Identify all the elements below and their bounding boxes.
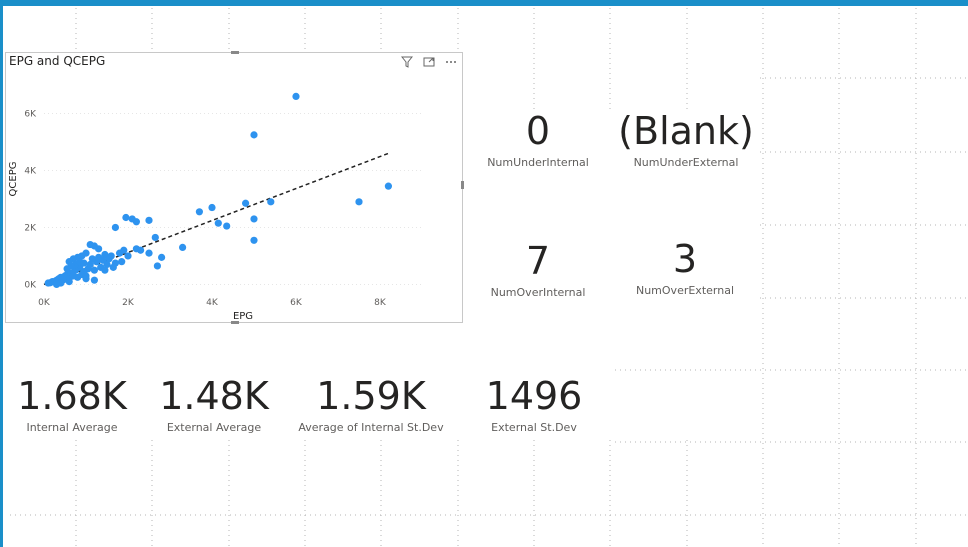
- data-point[interactable]: [90, 276, 98, 284]
- data-point[interactable]: [195, 208, 203, 216]
- card-value: 1496: [485, 374, 583, 418]
- x-tick-label: 4K: [206, 298, 219, 308]
- card-num-over-internal[interactable]: 7 NumOverInternal: [478, 242, 598, 299]
- data-point[interactable]: [145, 216, 153, 224]
- data-point[interactable]: [137, 246, 145, 254]
- card-num-over-external[interactable]: 3 NumOverExternal: [625, 240, 745, 297]
- y-tick-label: 6K: [24, 109, 37, 119]
- y-tick-label: 0K: [24, 280, 37, 290]
- data-point[interactable]: [109, 263, 117, 271]
- data-point[interactable]: [63, 265, 71, 273]
- data-point[interactable]: [44, 279, 52, 287]
- x-tick-label: 8K: [374, 298, 387, 308]
- data-point[interactable]: [145, 249, 153, 257]
- x-tick-label: 6K: [290, 298, 303, 308]
- scatter-chart-visual[interactable]: EPG and QCEPG 0K 2K 4K 6K 8K 0K 2K 4K 6K EPG QC…: [5, 51, 464, 324]
- x-tick-label: 0K: [38, 298, 51, 308]
- y-axis-label: QCEPG: [8, 162, 19, 197]
- data-point[interactable]: [116, 249, 124, 257]
- card-value: 0: [525, 109, 551, 153]
- data-point[interactable]: [292, 92, 300, 100]
- data-point[interactable]: [111, 223, 119, 232]
- card-external-stdev[interactable]: 1496 External St.Dev: [474, 377, 594, 434]
- y-tick-label: 4K: [24, 166, 37, 176]
- card-label: NumUnderInternal: [487, 156, 589, 169]
- data-point[interactable]: [208, 203, 216, 212]
- data-point[interactable]: [151, 233, 159, 242]
- card-label: NumOverExternal: [635, 284, 734, 297]
- data-point[interactable]: [101, 266, 109, 274]
- card-value: (Blank): [618, 109, 754, 153]
- data-point[interactable]: [124, 252, 132, 260]
- card-value: 1.68K: [17, 374, 127, 418]
- data-point[interactable]: [80, 259, 88, 267]
- data-point[interactable]: [90, 242, 98, 250]
- data-point[interactable]: [153, 262, 161, 270]
- data-point[interactable]: [250, 215, 258, 223]
- data-point[interactable]: [250, 131, 258, 139]
- data-point[interactable]: [158, 253, 166, 261]
- data-point[interactable]: [223, 222, 231, 230]
- data-point[interactable]: [384, 182, 392, 190]
- card-num-under-internal[interactable]: 0 NumUnderInternal: [478, 112, 598, 169]
- card-external-average[interactable]: 1.48K External Average: [154, 377, 274, 434]
- data-point[interactable]: [88, 255, 96, 263]
- card-average-internal-stdev[interactable]: 1.59K Average of Internal St.Dev: [296, 377, 446, 434]
- card-value: 1.59K: [316, 374, 426, 418]
- data-point[interactable]: [214, 219, 222, 227]
- card-value: 7: [525, 239, 551, 283]
- data-point[interactable]: [242, 199, 250, 207]
- card-internal-average[interactable]: 1.68K Internal Average: [12, 377, 132, 434]
- card-label: Average of Internal St.Dev: [298, 421, 444, 434]
- scatter-plot: 0K 2K 4K 6K 8K 0K2K4K6K EPG QCEPG: [8, 92, 422, 322]
- resize-handle-top[interactable]: [231, 51, 239, 54]
- card-label: External Average: [166, 421, 262, 434]
- card-label: Internal Average: [26, 421, 118, 434]
- data-point[interactable]: [105, 255, 113, 263]
- card-label: NumOverInternal: [490, 286, 586, 299]
- data-point[interactable]: [122, 213, 130, 222]
- data-point[interactable]: [267, 198, 275, 206]
- y-tick-label: 2K: [24, 223, 37, 233]
- x-tick-label: 2K: [122, 298, 135, 308]
- card-label: NumUnderExternal: [633, 156, 739, 169]
- resize-handle-right[interactable]: [461, 181, 464, 189]
- card-num-under-external[interactable]: (Blank) NumUnderExternal: [612, 112, 760, 169]
- data-point[interactable]: [82, 275, 90, 283]
- card-label: External St.Dev: [491, 421, 577, 434]
- resize-handle-bottom[interactable]: [231, 321, 239, 324]
- data-point[interactable]: [355, 198, 363, 206]
- data-point[interactable]: [65, 278, 73, 286]
- data-point[interactable]: [118, 258, 126, 266]
- data-point[interactable]: [95, 253, 103, 261]
- data-point[interactable]: [53, 280, 61, 289]
- card-value: 1.48K: [159, 374, 269, 418]
- data-point[interactable]: [179, 243, 187, 252]
- data-point[interactable]: [250, 236, 258, 244]
- data-point[interactable]: [132, 218, 140, 226]
- card-value: 3: [672, 237, 698, 281]
